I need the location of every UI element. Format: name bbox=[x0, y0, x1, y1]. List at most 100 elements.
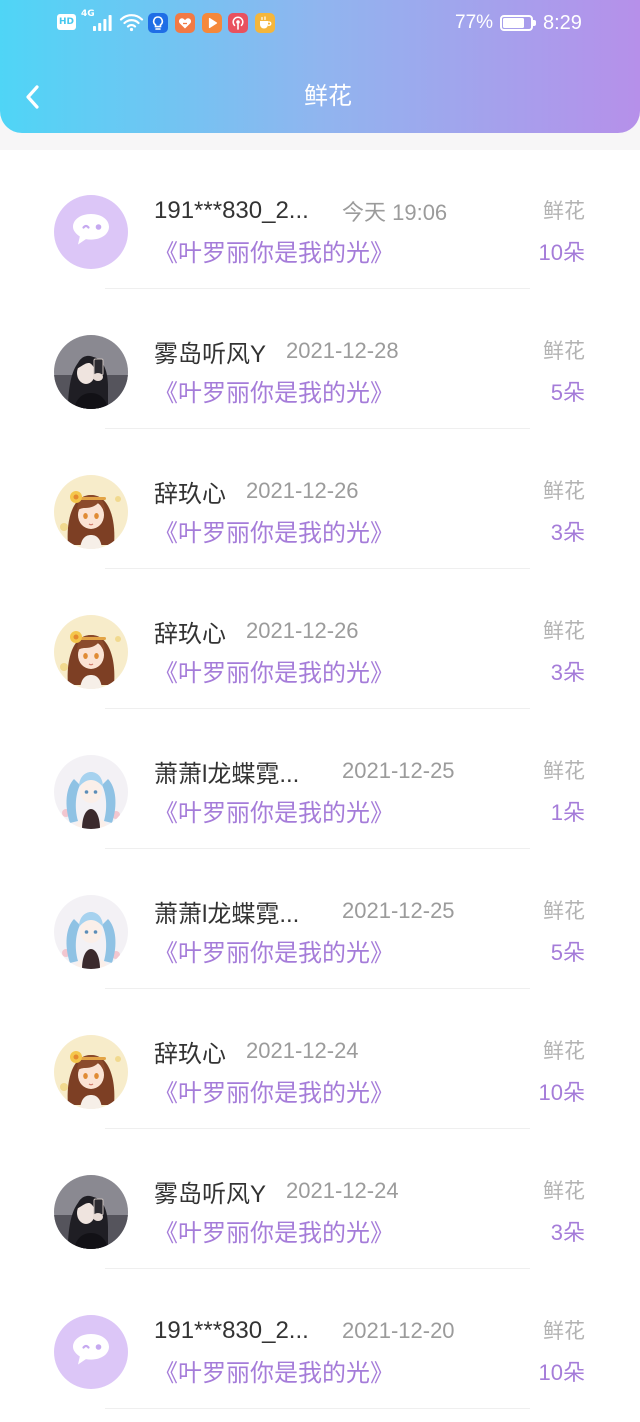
podcast-app-icon bbox=[228, 13, 249, 33]
gift-count: 10朵 bbox=[538, 240, 585, 265]
gift-type-label: 鲜花 bbox=[543, 900, 585, 923]
user-avatar[interactable] bbox=[54, 615, 128, 689]
chevron-left-icon bbox=[26, 85, 39, 109]
status-bar: HD 4G 77% 8:29 bbox=[0, 0, 640, 46]
row-divider bbox=[105, 1408, 530, 1409]
gift-time: 今天 19:06 bbox=[342, 200, 448, 225]
battery-fill bbox=[503, 18, 524, 28]
user-avatar[interactable] bbox=[54, 1315, 128, 1389]
gift-count: 3朵 bbox=[550, 520, 585, 545]
bulb-app-icon bbox=[148, 13, 168, 33]
record-header: 萧萧l龙蝶霓... 2021-12-25 bbox=[154, 895, 455, 928]
user-name: 辞玖心 bbox=[154, 480, 226, 508]
gift-type-label: 鲜花 bbox=[543, 1180, 585, 1203]
gift-type-label: 鲜花 bbox=[543, 480, 585, 503]
user-name: 191***830_2... bbox=[154, 1317, 309, 1344]
row-divider bbox=[105, 848, 530, 849]
avatar-brown-hair-girl bbox=[54, 615, 128, 689]
user-name: 萧萧l龙蝶霓... bbox=[154, 760, 300, 788]
gift-record-row[interactable]: 萧萧l龙蝶霓... 2021-12-25 《叶罗丽你是我的光》 鲜花 5朵 bbox=[0, 862, 640, 1002]
gift-count: 5朵 bbox=[550, 940, 585, 965]
row-divider bbox=[105, 988, 530, 989]
gift-record-row[interactable]: 辞玖心 2021-12-24 《叶罗丽你是我的光》 鲜花 10朵 bbox=[0, 1002, 640, 1142]
battery-icon bbox=[500, 15, 537, 31]
user-avatar[interactable] bbox=[54, 335, 128, 409]
work-title: 《叶罗丽你是我的光》 bbox=[154, 1220, 394, 1247]
record-header: 辞玖心 2021-12-26 bbox=[154, 475, 359, 508]
gift-time: 2021-12-24 bbox=[286, 1178, 399, 1203]
user-name: 萧萧l龙蝶霓... bbox=[154, 900, 300, 928]
record-header: 雾岛听风Y 2021-12-28 bbox=[154, 335, 399, 368]
work-title: 《叶罗丽你是我的光》 bbox=[154, 1360, 394, 1387]
row-divider bbox=[105, 1128, 530, 1129]
row-divider bbox=[105, 428, 530, 429]
user-avatar[interactable] bbox=[54, 1035, 128, 1109]
avatar-dark-hair-girl bbox=[54, 1175, 128, 1249]
gift-type-label: 鲜花 bbox=[543, 1320, 585, 1343]
record-header: 191***830_2... 2021-12-20 bbox=[154, 1315, 455, 1347]
row-divider bbox=[105, 568, 530, 569]
avatar-blue-hair-girl bbox=[54, 895, 128, 969]
gift-record-row[interactable]: 雾岛听风Y 2021-12-24 《叶罗丽你是我的光》 鲜花 3朵 bbox=[0, 1142, 640, 1282]
gift-time: 2021-12-26 bbox=[246, 618, 359, 643]
user-name: 辞玖心 bbox=[154, 1040, 226, 1068]
gift-time: 2021-12-25 bbox=[342, 898, 455, 923]
gift-time: 2021-12-26 bbox=[246, 478, 359, 503]
hd-badge: HD bbox=[57, 14, 76, 30]
header: HD 4G 77% 8:29 鲜花 bbox=[0, 0, 640, 133]
work-title: 《叶罗丽你是我的光》 bbox=[154, 380, 394, 407]
record-header: 萧萧l龙蝶霓... 2021-12-25 bbox=[154, 755, 455, 788]
row-divider bbox=[105, 708, 530, 709]
gift-time: 2021-12-25 bbox=[342, 758, 455, 783]
default-avatar-icon bbox=[54, 195, 128, 269]
default-avatar-icon bbox=[54, 1315, 128, 1389]
battery-percent: 77% bbox=[455, 12, 494, 33]
signal-bars-icon bbox=[92, 13, 114, 33]
avatar-blue-hair-girl bbox=[54, 755, 128, 829]
user-name: 雾岛听风Y bbox=[154, 340, 267, 368]
row-divider bbox=[105, 1268, 530, 1269]
wifi-icon bbox=[119, 12, 144, 32]
user-avatar[interactable] bbox=[54, 895, 128, 969]
flower-gift-page: HD 4G 77% 8:29 鲜花 191***830_2... 今天 19:0… bbox=[0, 0, 640, 1422]
gift-record-row[interactable]: 191***830_2... 2021-12-20 《叶罗丽你是我的光》 鲜花 10朵 bbox=[0, 1282, 640, 1422]
gift-count: 10朵 bbox=[538, 1360, 585, 1385]
user-avatar[interactable] bbox=[54, 475, 128, 549]
avatar-brown-hair-girl bbox=[54, 475, 128, 549]
record-header: 辞玖心 2021-12-26 bbox=[154, 615, 359, 648]
gift-type-label: 鲜花 bbox=[543, 1040, 585, 1063]
user-avatar[interactable] bbox=[54, 1175, 128, 1249]
play-app-icon bbox=[201, 13, 222, 33]
avatar-dark-hair-girl bbox=[54, 335, 128, 409]
gift-record-row[interactable]: 191***830_2... 今天 19:06 《叶罗丽你是我的光》 鲜花 10朵 bbox=[0, 162, 640, 302]
work-title: 《叶罗丽你是我的光》 bbox=[154, 940, 394, 967]
work-title: 《叶罗丽你是我的光》 bbox=[154, 240, 394, 267]
work-title: 《叶罗丽你是我的光》 bbox=[154, 800, 394, 827]
cup-app-icon bbox=[255, 13, 275, 33]
gift-record-row[interactable]: 萧萧l龙蝶霓... 2021-12-25 《叶罗丽你是我的光》 鲜花 1朵 bbox=[0, 722, 640, 862]
gift-record-row[interactable]: 辞玖心 2021-12-26 《叶罗丽你是我的光》 鲜花 3朵 bbox=[0, 442, 640, 582]
gift-time: 2021-12-20 bbox=[342, 1318, 455, 1343]
record-header: 辞玖心 2021-12-24 bbox=[154, 1035, 359, 1068]
gift-record-row[interactable]: 雾岛听风Y 2021-12-28 《叶罗丽你是我的光》 鲜花 5朵 bbox=[0, 302, 640, 442]
gift-type-label: 鲜花 bbox=[543, 340, 585, 363]
user-name: 雾岛听风Y bbox=[154, 1180, 267, 1208]
gift-record-row[interactable]: 辞玖心 2021-12-26 《叶罗丽你是我的光》 鲜花 3朵 bbox=[0, 582, 640, 722]
work-title: 《叶罗丽你是我的光》 bbox=[154, 1080, 394, 1107]
gift-type-label: 鲜花 bbox=[543, 620, 585, 643]
gift-count: 1朵 bbox=[550, 800, 585, 825]
user-avatar[interactable] bbox=[54, 755, 128, 829]
gift-count: 10朵 bbox=[538, 1080, 585, 1105]
status-time: 8:29 bbox=[543, 12, 582, 34]
gift-type-label: 鲜花 bbox=[543, 760, 585, 783]
user-avatar[interactable] bbox=[54, 195, 128, 269]
back-button[interactable] bbox=[16, 80, 50, 114]
page-title: 鲜花 bbox=[304, 83, 352, 110]
work-title: 《叶罗丽你是我的光》 bbox=[154, 660, 394, 687]
gift-time: 2021-12-28 bbox=[286, 338, 399, 363]
gift-count: 3朵 bbox=[550, 1220, 585, 1245]
gift-type-label: 鲜花 bbox=[543, 200, 585, 223]
avatar-brown-hair-girl bbox=[54, 1035, 128, 1109]
record-header: 雾岛听风Y 2021-12-24 bbox=[154, 1175, 399, 1208]
record-header: 191***830_2... 今天 19:06 bbox=[154, 195, 447, 227]
